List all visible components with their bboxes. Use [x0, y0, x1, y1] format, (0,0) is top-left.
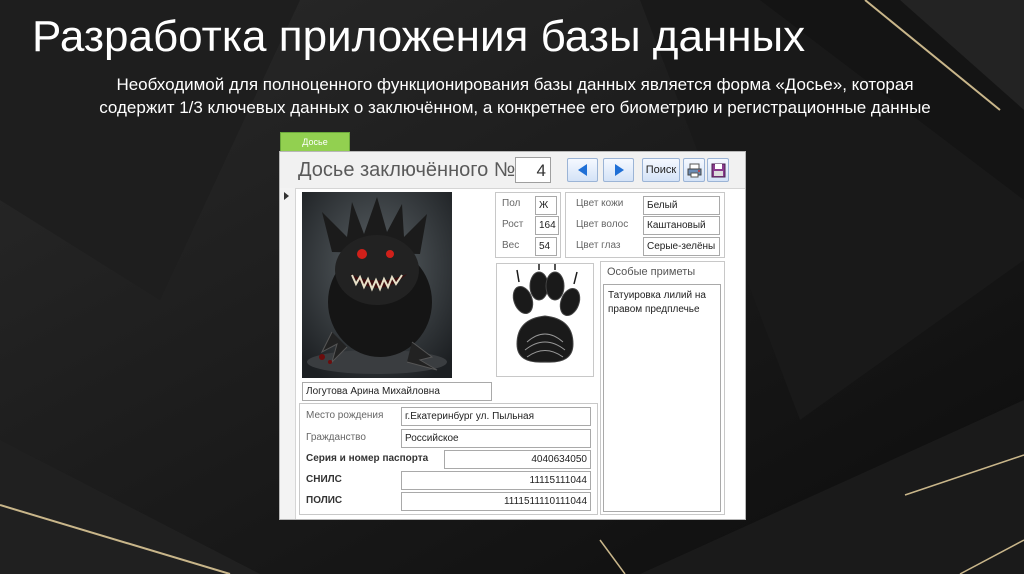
skin-color-label: Цвет кожи — [576, 198, 624, 209]
record-selector-arrow-icon — [284, 192, 289, 200]
weight-label: Вес — [502, 240, 520, 251]
print-icon — [687, 163, 702, 178]
height-label: Рост — [502, 219, 524, 230]
full-name-field[interactable]: Логутова Арина Михайловна — [302, 382, 492, 401]
creature-image — [302, 192, 452, 378]
left-arrow-icon — [578, 164, 587, 176]
eye-color-label: Цвет глаз — [576, 240, 621, 251]
citizenship-field[interactable]: Российское — [401, 429, 591, 448]
slide-subtitle: Необходимой для полноценного функциониро… — [20, 73, 1010, 119]
height-field[interactable]: 164 — [535, 216, 559, 235]
sex-field[interactable]: Ж — [535, 196, 557, 215]
subtitle-line-2: содержит 1/3 ключевых данных о заключённ… — [99, 98, 931, 117]
prisoner-photo — [302, 192, 452, 378]
sex-label: Пол — [502, 198, 521, 209]
registration-group: Место рождения г.Екатеринбург ул. Пыльна… — [299, 403, 598, 515]
skin-color-field[interactable]: Белый — [643, 196, 720, 215]
form-header: Досье заключённого № 4 Поиск — [280, 152, 745, 189]
special-marks-field[interactable]: Татуировка лилий на правом предплечье — [603, 284, 721, 512]
hair-color-field[interactable]: Каштановый — [643, 216, 720, 235]
passport-field[interactable]: 4040634050 — [444, 450, 591, 469]
search-button[interactable]: Поиск — [642, 158, 680, 182]
next-record-button[interactable] — [603, 158, 634, 182]
polis-field[interactable]: 1111511110111044 — [401, 492, 591, 511]
passport-label: Серия и номер паспорта — [306, 453, 429, 464]
record-selector[interactable] — [280, 188, 296, 519]
birthplace-label: Место рождения — [306, 410, 384, 421]
previous-record-button[interactable] — [567, 158, 598, 182]
birthplace-field[interactable]: г.Екатеринбург ул. Пыльная — [401, 407, 591, 426]
form-title: Досье заключённого № — [298, 159, 516, 181]
dossier-form: Досье заключённого № 4 Поиск Логутова Ар… — [279, 151, 746, 520]
save-icon — [711, 163, 726, 178]
tab-dossier[interactable]: Досье — [280, 132, 350, 153]
eye-color-field[interactable]: Серые-зелёны — [643, 237, 720, 256]
record-number-field[interactable]: 4 — [515, 157, 551, 183]
save-button[interactable] — [707, 158, 729, 182]
citizenship-label: Гражданство — [306, 432, 366, 443]
subtitle-line-1: Необходимой для полноценного функциониро… — [116, 75, 914, 94]
fingerprint-image — [496, 262, 594, 377]
weight-field[interactable]: 54 — [535, 237, 557, 256]
slide-title: Разработка приложения базы данных — [32, 12, 806, 61]
special-marks-label: Особые приметы — [607, 266, 696, 278]
right-arrow-icon — [615, 164, 624, 176]
body-metrics-group: Пол Ж Рост 164 Вес 54 — [495, 192, 561, 258]
snils-field[interactable]: 11115111044 — [401, 471, 591, 490]
hair-color-label: Цвет волос — [576, 219, 629, 230]
appearance-group: Цвет кожи Белый Цвет волос Каштановый Цв… — [565, 192, 725, 258]
paw-print-icon — [512, 262, 581, 363]
print-button[interactable] — [683, 158, 705, 182]
polis-label: ПОЛИС — [306, 495, 343, 506]
snils-label: СНИЛС — [306, 474, 342, 485]
